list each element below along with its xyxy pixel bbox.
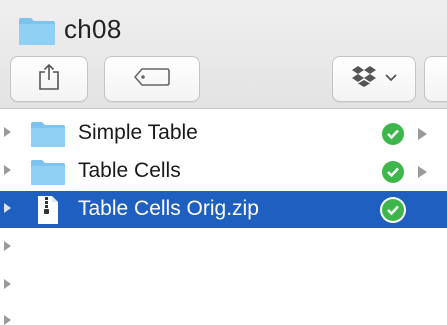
share-button[interactable]	[10, 56, 88, 102]
disclosure-triangle-icon[interactable]	[4, 165, 11, 175]
disclosure-triangle-icon[interactable]	[4, 279, 11, 289]
file-name: Simple Table	[78, 121, 198, 144]
tag-icon	[133, 67, 171, 92]
chevron-down-icon	[385, 70, 397, 88]
chevron-right-icon[interactable]	[418, 128, 427, 140]
folder-icon	[18, 16, 56, 51]
disclosure-triangle-icon[interactable]	[4, 203, 11, 213]
tags-button[interactable]	[104, 56, 200, 102]
list-item[interactable]: Simple Table	[0, 115, 447, 152]
folder-icon	[30, 158, 66, 191]
folder-icon	[30, 120, 66, 153]
file-name: Table Cells	[78, 159, 181, 182]
chevron-right-icon[interactable]	[418, 166, 427, 178]
list-item[interactable]: Table Cells	[0, 153, 447, 190]
file-list: Simple Table Table Cells Table Cells Ori…	[0, 109, 447, 325]
file-name: Table Cells Orig.zip	[78, 197, 259, 220]
disclosure-triangle-icon[interactable]	[4, 241, 11, 251]
disclosure-triangle-icon[interactable]	[4, 127, 11, 137]
sync-status-icon	[382, 199, 404, 221]
toolbar-button-partial[interactable]	[424, 56, 447, 102]
list-item-selected[interactable]: Table Cells Orig.zip	[0, 191, 447, 228]
sync-status-icon	[382, 161, 404, 183]
window-toolbar: ch08	[0, 0, 447, 109]
dropbox-button[interactable]	[332, 56, 416, 102]
dropbox-icon	[351, 64, 381, 95]
sync-status-icon	[382, 123, 404, 145]
share-icon	[38, 63, 60, 96]
zip-file-icon	[36, 195, 60, 230]
window-title: ch08	[64, 14, 122, 44]
